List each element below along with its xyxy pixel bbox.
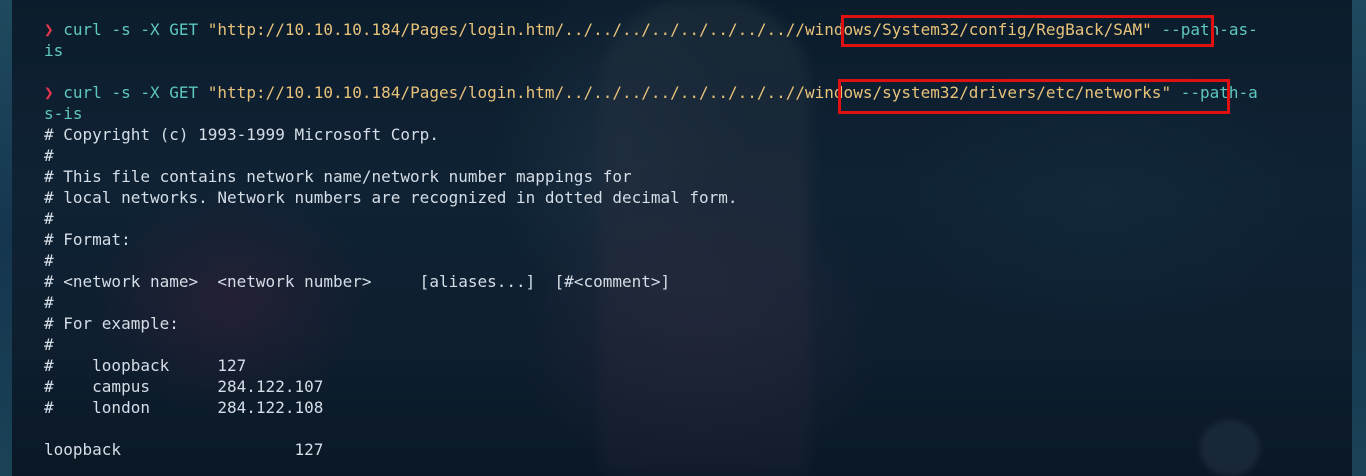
command-url-prefix: "http://10.10.10.184/Pages/login.htm/../… xyxy=(207,20,796,39)
command-url-prefix: "http://10.10.10.184/Pages/login.htm/../… xyxy=(207,83,796,102)
highlight-box-networks-path xyxy=(838,79,1230,114)
command-flags: -s -X GET xyxy=(101,83,208,102)
output-line: # Format: xyxy=(44,230,131,249)
output-line: # loopback 127 xyxy=(44,356,247,375)
output-line: # xyxy=(44,209,54,228)
output-line: # <network name> <network number> [alias… xyxy=(44,272,671,291)
output-line: # campus 284.122.107 xyxy=(44,377,324,396)
command-program: curl xyxy=(53,83,102,102)
command-arg-wrap: is xyxy=(44,41,64,60)
output-line: # xyxy=(44,146,54,165)
command-flags: -s -X GET xyxy=(101,20,208,39)
command-program: curl xyxy=(53,20,102,39)
output-line: # xyxy=(44,335,54,354)
output-line: # This file contains network name/networ… xyxy=(44,167,632,186)
output-line: # local networks. Network numbers are re… xyxy=(44,188,738,207)
command-arg-wrap: s-is xyxy=(44,104,83,123)
command-line-1-wrap: is xyxy=(44,40,63,61)
terminal-window[interactable]: ❯ curl -s -X GET "http://10.10.10.184/Pa… xyxy=(0,0,1366,476)
output-line: # Copyright (c) 1993-1999 Microsoft Corp… xyxy=(44,125,439,144)
command-line-2-wrap: s-is xyxy=(44,103,83,124)
output-line: loopback 127 xyxy=(44,440,324,459)
highlight-box-sam-path xyxy=(841,15,1214,47)
prompt-icon: ❯ xyxy=(44,83,54,102)
output-line: # xyxy=(44,293,54,312)
prompt-icon: ❯ xyxy=(44,20,54,39)
output-line: # xyxy=(44,251,54,270)
output-line: # For example: xyxy=(44,314,179,333)
output-line: # london 284.122.108 xyxy=(44,398,324,417)
